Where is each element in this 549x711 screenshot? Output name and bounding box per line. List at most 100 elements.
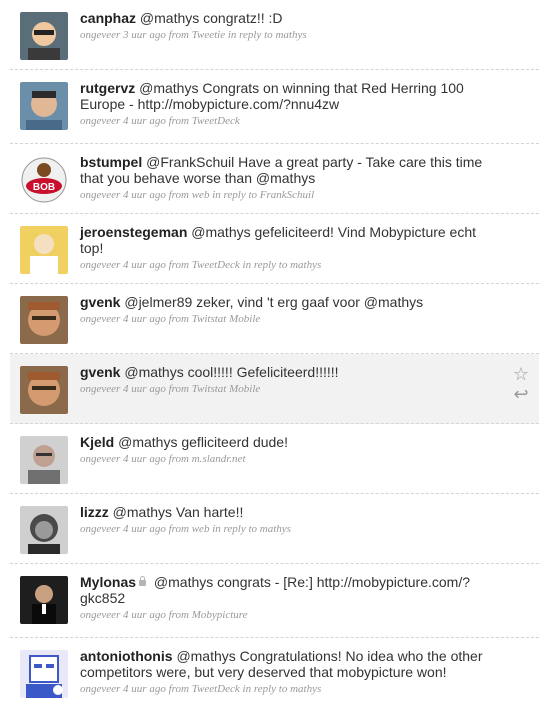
tweet-meta: ongeveer 4 uur ago from Twitstat Mobile: [80, 382, 500, 396]
tweet: lizzz @mathys Van harte!! ongeveer 4 uur…: [10, 494, 539, 564]
reply-link[interactable]: FrankSchuil: [260, 189, 314, 201]
tweet-actions: ☆ ↩: [511, 364, 531, 404]
screen-name[interactable]: Mylonas: [80, 574, 136, 590]
avatar[interactable]: [20, 82, 68, 130]
avatar[interactable]: [20, 12, 68, 60]
source-link[interactable]: m.slandr.net: [192, 453, 246, 465]
screen-name[interactable]: bstumpel: [80, 154, 142, 170]
source-link[interactable]: TweetDeck: [192, 115, 240, 127]
screen-name[interactable]: lizzz: [80, 504, 109, 520]
tweet-content: lizzz @mathys Van harte!! ongeveer 4 uur…: [80, 504, 500, 536]
tweet-content: canphaz @mathys congratz!! :D ongeveer 3…: [80, 10, 500, 42]
tweet-content: jeroenstegeman @mathys gefeliciteerd! Vi…: [80, 224, 500, 272]
tweet-meta: ongeveer 4 uur ago from Mobypicture: [80, 608, 500, 622]
lock-icon: [139, 576, 147, 586]
timestamp[interactable]: ongeveer 4 uur ago: [80, 383, 166, 395]
reply-icon[interactable]: ↩: [511, 384, 531, 404]
tweet-content: rutgervz @mathys Congrats on winning tha…: [80, 80, 500, 128]
screen-name[interactable]: gvenk: [80, 364, 120, 380]
tweet-content: antoniothonis @mathys Congratulations! N…: [80, 648, 500, 696]
tweet-meta: ongeveer 4 uur ago from web in reply to …: [80, 188, 500, 202]
tweet-text: @mathys Congrats on winning that Red Her…: [80, 80, 464, 112]
from-label: from: [168, 313, 189, 325]
avatar[interactable]: [20, 506, 68, 554]
from-label: from: [168, 609, 189, 621]
timestamp[interactable]: ongeveer 4 uur ago: [80, 189, 166, 201]
source-link[interactable]: TweetDeck: [192, 683, 240, 695]
timestamp[interactable]: ongeveer 3 uur ago: [80, 29, 166, 41]
from-label: from: [168, 29, 189, 41]
tweet: rutgervz @mathys Congrats on winning tha…: [10, 70, 539, 144]
reply-link[interactable]: mathys: [290, 683, 321, 695]
tweet-text: @mathys Van harte!!: [112, 504, 244, 520]
reply-label: in reply to: [242, 259, 288, 271]
avatar[interactable]: [20, 366, 68, 414]
source-link[interactable]: Twitstat Mobile: [192, 383, 261, 395]
screen-name[interactable]: rutgervz: [80, 80, 135, 96]
tweet: antoniothonis @mathys Congratulations! N…: [10, 638, 539, 711]
tweet: Kjeld @mathys gefliciteerd dude! ongevee…: [10, 424, 539, 494]
tweet-text: @mathys gefliciteerd dude!: [118, 434, 288, 450]
screen-name[interactable]: antoniothonis: [80, 648, 173, 664]
tweet-meta: ongeveer 4 uur ago from TweetDeck in rep…: [80, 258, 500, 272]
tweet-text: @mathys congrats - [Re:] http://mobypict…: [80, 574, 471, 606]
tweet-text: @mathys congratz!! :D: [139, 10, 283, 26]
tweet-meta: ongeveer 4 uur ago from m.slandr.net: [80, 452, 500, 466]
from-label: from: [168, 115, 189, 127]
tweet: Mylonas @mathys congrats - [Re:] http://…: [10, 564, 539, 638]
from-label: from: [168, 383, 189, 395]
tweet-meta: ongeveer 4 uur ago from TweetDeck in rep…: [80, 682, 500, 696]
reply-link[interactable]: mathys: [275, 29, 306, 41]
avatar[interactable]: [20, 226, 68, 274]
tweet: canphaz @mathys congratz!! :D ongeveer 3…: [10, 0, 539, 70]
tweet-content: gvenk @mathys cool!!!!! Gefeliciteerd!!!…: [80, 364, 500, 396]
tweet: gvenk @jelmer89 zeker, vind 't erg gaaf …: [10, 284, 539, 354]
from-label: from: [168, 259, 189, 271]
source-link[interactable]: web: [192, 189, 210, 201]
source-link[interactable]: Mobypicture: [192, 609, 248, 621]
svg-text:BOB: BOB: [33, 182, 55, 193]
timestamp[interactable]: ongeveer 4 uur ago: [80, 609, 166, 621]
reply-link[interactable]: mathys: [260, 523, 291, 535]
source-link[interactable]: TweetDeck: [192, 259, 240, 271]
star-icon[interactable]: ☆: [511, 364, 531, 384]
avatar[interactable]: BOB: [20, 156, 68, 204]
source-link[interactable]: Tweetie: [192, 29, 225, 41]
reply-label: in reply to: [212, 523, 258, 535]
timestamp[interactable]: ongeveer 4 uur ago: [80, 115, 166, 127]
avatar[interactable]: [20, 576, 68, 624]
tweet-meta: ongeveer 3 uur ago from Tweetie in reply…: [80, 28, 500, 42]
timestamp[interactable]: ongeveer 4 uur ago: [80, 523, 166, 535]
screen-name[interactable]: Kjeld: [80, 434, 114, 450]
reply-label: in reply to: [227, 29, 273, 41]
reply-label: in reply to: [242, 683, 288, 695]
tweet-meta: ongeveer 4 uur ago from web in reply to …: [80, 522, 500, 536]
reply-label: in reply to: [212, 189, 258, 201]
tweet-meta: ongeveer 4 uur ago from Twitstat Mobile: [80, 312, 500, 326]
screen-name[interactable]: jeroenstegeman: [80, 224, 187, 240]
timestamp[interactable]: ongeveer 4 uur ago: [80, 313, 166, 325]
tweet-content: Mylonas @mathys congrats - [Re:] http://…: [80, 574, 500, 622]
tweet: BOB bstumpel @FrankSchuil Have a great p…: [10, 144, 539, 214]
source-link[interactable]: web: [192, 523, 210, 535]
timestamp[interactable]: ongeveer 4 uur ago: [80, 259, 166, 271]
source-link[interactable]: Twitstat Mobile: [192, 313, 261, 325]
screen-name[interactable]: canphaz: [80, 10, 136, 26]
tweet: gvenk @mathys cool!!!!! Gefeliciteerd!!!…: [10, 354, 539, 424]
screen-name[interactable]: gvenk: [80, 294, 120, 310]
avatar[interactable]: [20, 650, 68, 698]
from-label: from: [168, 189, 189, 201]
from-label: from: [168, 523, 189, 535]
tweet-content: bstumpel @FrankSchuil Have a great party…: [80, 154, 500, 202]
tweet-text: @mathys cool!!!!! Gefeliciteerd!!!!!!: [124, 364, 339, 380]
tweet-meta: ongeveer 4 uur ago from TweetDeck: [80, 114, 500, 128]
tweet-content: gvenk @jelmer89 zeker, vind 't erg gaaf …: [80, 294, 500, 326]
timestamp[interactable]: ongeveer 4 uur ago: [80, 683, 166, 695]
from-label: from: [168, 453, 189, 465]
avatar[interactable]: [20, 296, 68, 344]
reply-link[interactable]: mathys: [290, 259, 321, 271]
tweet: jeroenstegeman @mathys gefeliciteerd! Vi…: [10, 214, 539, 284]
timestamp[interactable]: ongeveer 4 uur ago: [80, 453, 166, 465]
avatar[interactable]: [20, 436, 68, 484]
tweet-text: @jelmer89 zeker, vind 't erg gaaf voor @…: [124, 294, 424, 310]
